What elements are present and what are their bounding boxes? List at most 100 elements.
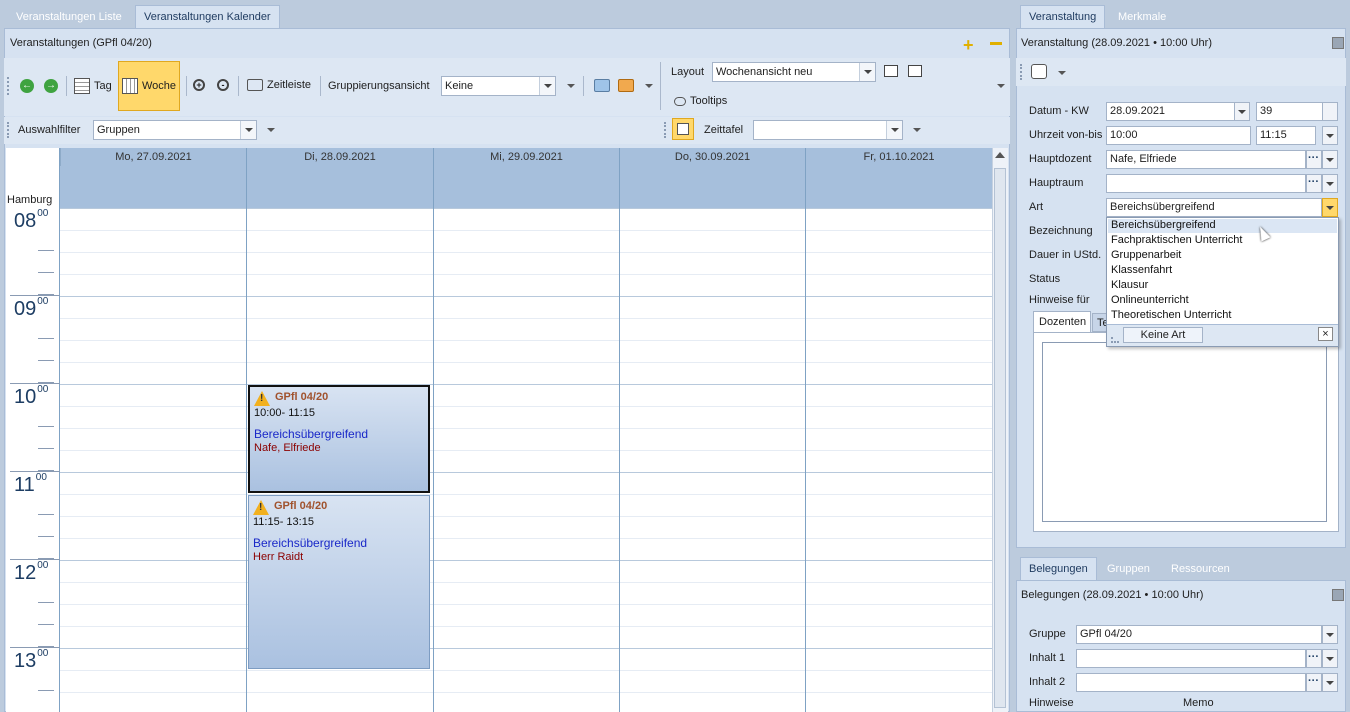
tab-merkmale[interactable]: Merkmale xyxy=(1110,6,1174,28)
scroll-up-icon[interactable] xyxy=(995,152,1005,158)
remove-icon[interactable] xyxy=(990,42,1002,45)
tab-veranstaltungen-kalender[interactable]: Veranstaltungen Kalender xyxy=(135,5,280,28)
tooltips-button[interactable]: Tooltips xyxy=(674,95,727,107)
inhalt2-field[interactable] xyxy=(1076,673,1306,692)
edit-appointment-icon[interactable] xyxy=(618,79,634,92)
hauptraum-dropdown[interactable] xyxy=(1322,174,1338,193)
datum-dropdown-button[interactable] xyxy=(1234,102,1250,121)
art-dropdown-button[interactable] xyxy=(1322,198,1338,217)
toolbar-more-icon[interactable] xyxy=(995,79,1007,93)
grid-line xyxy=(60,296,992,297)
art-option[interactable]: Gruppenarbeit xyxy=(1111,249,1181,261)
inhalt2-browse-button[interactable] xyxy=(1306,673,1322,692)
gruppierung-select[interactable]: Keine xyxy=(441,76,556,96)
close-icon[interactable]: × xyxy=(1318,327,1333,341)
subtab-dozenten[interactable]: Dozenten xyxy=(1033,311,1091,332)
inhalt2-dropdown[interactable] xyxy=(1322,673,1338,692)
datum-kw-label: Datum - KW xyxy=(1029,105,1089,117)
day-header[interactable]: Do, 30.09.2021 xyxy=(619,148,805,166)
tab-ressourcen[interactable]: Ressourcen xyxy=(1163,558,1238,580)
calendar-week-icon xyxy=(122,78,138,94)
layout-save-icon[interactable] xyxy=(884,65,898,77)
save-icon[interactable] xyxy=(1332,37,1344,49)
chevron-down-icon[interactable] xyxy=(240,121,256,139)
zoom-out-icon[interactable]: - xyxy=(217,79,229,91)
kw-spinner[interactable] xyxy=(1322,102,1338,121)
auswahlfilter-select[interactable]: Gruppen xyxy=(93,120,257,140)
hauptdozent-dropdown[interactable] xyxy=(1322,150,1338,169)
time-tick xyxy=(38,690,54,691)
time-tick xyxy=(38,338,54,339)
time-tick xyxy=(38,536,54,537)
tab-belegungen[interactable]: Belegungen xyxy=(1020,557,1097,580)
art-option[interactable]: Bereichsübergreifend xyxy=(1111,219,1216,231)
art-option[interactable]: Fachpraktischen Unterricht xyxy=(1111,234,1242,246)
day-header[interactable]: Mo, 27.09.2021 xyxy=(60,148,246,166)
uhrzeit-von-field[interactable]: 10:00 xyxy=(1106,126,1251,145)
uhrzeit-bis-field[interactable]: 11:15 xyxy=(1256,126,1316,145)
woche-button[interactable]: Woche xyxy=(122,78,176,94)
chevron-down-icon[interactable] xyxy=(539,77,555,95)
inhalt2-label: Inhalt 2 xyxy=(1029,676,1066,688)
grid-line xyxy=(60,670,992,671)
uhrzeit-bis-dropdown[interactable] xyxy=(1322,126,1338,145)
clock-calendar-icon[interactable] xyxy=(1031,64,1047,79)
art-option[interactable]: Klassenfahrt xyxy=(1111,264,1172,276)
save-icon[interactable] xyxy=(1332,589,1344,601)
layout-select[interactable]: Wochenansicht neu xyxy=(712,62,876,82)
zeitleiste-button[interactable]: Zeitleiste xyxy=(247,79,311,91)
toolbar-overflow-icon[interactable] xyxy=(565,79,577,93)
hauptdozent-browse-button[interactable] xyxy=(1306,150,1322,169)
art-option[interactable]: Klausur xyxy=(1111,279,1148,291)
keine-art-button[interactable]: Keine Art xyxy=(1123,327,1203,343)
toolbar-overflow-icon-2[interactable] xyxy=(643,79,655,93)
datum-field[interactable]: 28.09.2021 xyxy=(1106,102,1241,121)
inhalt1-dropdown[interactable] xyxy=(1322,649,1338,668)
layout-label: Layout xyxy=(671,66,705,78)
zeittafel-toggle[interactable] xyxy=(672,118,694,140)
scrollbar-thumb[interactable] xyxy=(994,168,1006,708)
hinweise-textarea[interactable] xyxy=(1042,342,1327,522)
zeittafel-overflow-icon[interactable] xyxy=(911,123,923,137)
forward-arrow-icon[interactable]: → xyxy=(44,79,58,93)
calendar-event[interactable]: GPfl 04/20 11:15- 13:15 Bereichsübergrei… xyxy=(248,495,430,669)
day-header[interactable]: Di, 28.09.2021 xyxy=(246,148,433,166)
event-art: Bereichsübergreifend xyxy=(254,427,369,441)
tab-veranstaltung[interactable]: Veranstaltung xyxy=(1020,5,1106,28)
appointment-icon[interactable] xyxy=(594,79,610,92)
hauptraum-browse-button[interactable] xyxy=(1306,174,1322,193)
tab-gruppen[interactable]: Gruppen xyxy=(1099,558,1158,580)
back-arrow-icon[interactable]: ← xyxy=(20,79,34,93)
kw-field[interactable]: 39 xyxy=(1256,102,1324,121)
hauptraum-field[interactable] xyxy=(1106,174,1306,193)
bezeichnung-label: Bezeichnung xyxy=(1029,225,1093,237)
event-dozent: Nafe, Elfriede xyxy=(254,442,321,454)
resize-grip-icon[interactable] xyxy=(1111,337,1119,343)
hauptdozent-field[interactable]: Nafe, Elfriede xyxy=(1106,150,1306,169)
chevron-down-icon[interactable] xyxy=(886,121,902,139)
calendar-event[interactable]: GPfl 04/20 10:00- 11:15 Bereichsübergrei… xyxy=(248,385,430,493)
zeittafel-select[interactable] xyxy=(753,120,903,140)
gruppe-field[interactable]: GPfl 04/20 xyxy=(1076,625,1322,644)
time-tick xyxy=(38,250,54,251)
inhalt1-browse-button[interactable] xyxy=(1306,649,1322,668)
art-option[interactable]: Theoretischen Unterricht xyxy=(1111,309,1231,321)
grid-line xyxy=(60,274,992,275)
hour-rule xyxy=(10,383,60,384)
day-header[interactable]: Fr, 01.10.2021 xyxy=(805,148,992,166)
layout-edit-icon[interactable] xyxy=(908,65,922,77)
day-header[interactable]: Mi, 29.09.2021 xyxy=(433,148,619,166)
art-field[interactable]: Bereichsübergreifend xyxy=(1106,198,1322,217)
art-option[interactable]: Onlineunterricht xyxy=(1111,294,1189,306)
add-icon[interactable]: + xyxy=(963,35,974,56)
inhalt1-field[interactable] xyxy=(1076,649,1306,668)
calendar-day-icon xyxy=(74,78,90,94)
tag-button[interactable]: Tag xyxy=(74,78,112,94)
chevron-down-icon[interactable] xyxy=(859,63,875,81)
tab-veranstaltungen-liste[interactable]: Veranstaltungen Liste xyxy=(8,6,130,28)
gruppe-dropdown[interactable] xyxy=(1322,625,1338,644)
detail-toolbar-dropdown-icon[interactable] xyxy=(1056,66,1068,80)
filter-overflow-icon[interactable] xyxy=(265,123,277,137)
zoom-in-icon[interactable]: + xyxy=(193,79,205,91)
calendar-star-icon xyxy=(677,123,689,135)
